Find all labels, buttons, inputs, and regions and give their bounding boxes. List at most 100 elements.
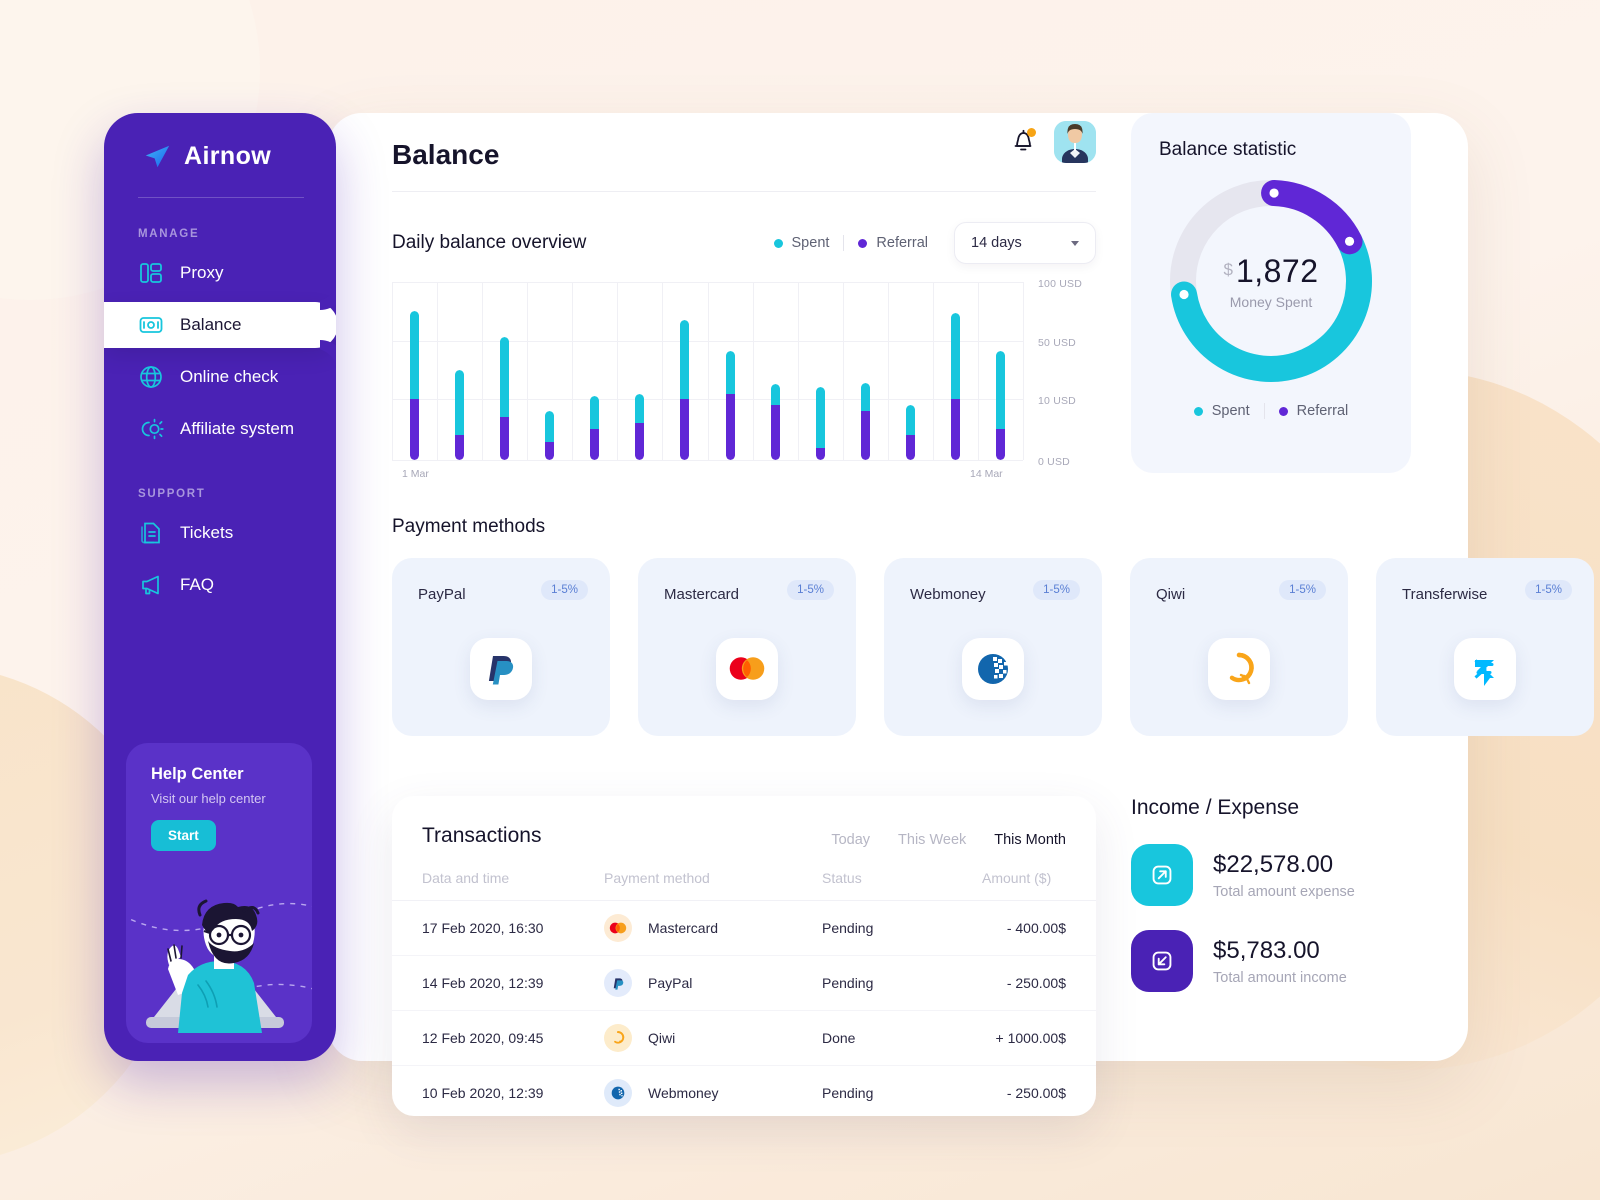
chart-bar[interactable] xyxy=(500,337,509,460)
chart-bar[interactable] xyxy=(996,350,1005,460)
page-header: Balance xyxy=(392,113,1096,171)
chart-plot-area xyxy=(392,282,1024,461)
sidebar-divider xyxy=(138,197,304,198)
sidebar-item-balance[interactable]: Balance xyxy=(104,302,336,348)
chart-gridline-horizontal xyxy=(392,399,1023,400)
sidebar-item-label: FAQ xyxy=(180,575,215,594)
cell-method: PayPal xyxy=(604,955,822,1011)
sidebar-item-tickets[interactable]: Tickets xyxy=(104,510,336,556)
payment-method-card[interactable]: Mastercard 1-5% xyxy=(638,558,856,736)
chart-bar[interactable] xyxy=(590,395,599,460)
chart-bar[interactable] xyxy=(726,350,735,460)
chart-gridline-vertical xyxy=(617,282,618,460)
sidebar-item-label: Tickets xyxy=(180,523,234,542)
table-row[interactable]: 17 Feb 2020, 16:30 Mastercard Pending - 400… xyxy=(392,900,1096,956)
payment-method-name: Mastercard xyxy=(664,586,740,603)
payment-method-card[interactable]: PayPal 1-5% xyxy=(392,558,610,736)
chart-bar[interactable] xyxy=(410,311,419,460)
chevron-down-icon xyxy=(1071,240,1079,246)
cell-status: Done xyxy=(822,1010,982,1066)
chart-bar-segment-spent xyxy=(680,319,689,399)
webmoney-logo-icon xyxy=(978,654,1008,684)
help-center-start-button[interactable]: Start xyxy=(151,820,216,851)
help-center-title: Help Center xyxy=(151,765,244,783)
chart-bar-segment-referral xyxy=(906,435,915,460)
document-list-icon xyxy=(141,522,160,544)
layout-panels-icon xyxy=(140,263,162,283)
table-row[interactable]: 12 Feb 2020, 09:45 Qiwi Done + 1000.00$ xyxy=(392,1010,1096,1066)
cell-status: Pending xyxy=(822,900,982,956)
arrow-out-box-icon xyxy=(1152,865,1172,885)
transactions-card: Transactions Today This Week This Month … xyxy=(392,796,1096,1116)
expense-row: $22,578.00 Total amount expense xyxy=(1131,844,1431,906)
income-row: $5,783.00 Total amount income xyxy=(1131,930,1431,992)
chart-gridline-horizontal xyxy=(392,341,1023,342)
method-name: Mastercard xyxy=(648,920,719,936)
donut-caption: Money Spent xyxy=(1229,293,1313,310)
chart-gridline-vertical xyxy=(662,282,663,460)
sidebar-item-label: Proxy xyxy=(180,263,224,282)
tab-this-month[interactable]: This Month xyxy=(994,832,1066,848)
payment-methods-title: Payment methods xyxy=(392,516,546,537)
sidebar-item-proxy[interactable]: Proxy xyxy=(104,250,336,296)
chart-bar-segment-referral xyxy=(455,435,464,460)
payment-method-logo-tile xyxy=(1208,638,1270,700)
avatar[interactable] xyxy=(1054,121,1096,163)
chart-bar[interactable] xyxy=(680,319,689,460)
chart-bar[interactable] xyxy=(635,394,644,460)
cell-method: Mastercard xyxy=(604,900,822,956)
help-center-card[interactable]: Help Center Visit our help center Start xyxy=(126,743,312,1043)
payment-method-card[interactable]: Qiwi 1-5% xyxy=(1130,558,1348,736)
range-dropdown[interactable]: 14 days xyxy=(954,222,1096,264)
legend-item-spent: Spent xyxy=(773,235,830,251)
payment-method-name: Webmoney xyxy=(910,586,986,603)
chart-bar-segment-spent xyxy=(590,395,599,430)
help-center-subtitle: Visit our help center xyxy=(151,791,266,806)
range-dropdown-value: 14 days xyxy=(971,235,1022,251)
payment-method-rate-badge: 1-5% xyxy=(1279,580,1326,600)
megaphone-icon xyxy=(142,575,159,595)
sidebar-item-online-check[interactable]: Online check xyxy=(104,354,336,400)
help-center-illustration xyxy=(126,899,312,1033)
sidebar-item-faq[interactable]: FAQ xyxy=(104,562,336,608)
cell-status: Pending xyxy=(822,1085,874,1101)
chart-bar[interactable] xyxy=(455,369,464,460)
stat-legend-item-referral: Referral xyxy=(1278,403,1348,419)
chart-bar[interactable] xyxy=(951,312,960,460)
legend-label-spent: Spent xyxy=(791,235,830,251)
expense-icon-tile xyxy=(1131,844,1193,906)
chart-bar[interactable] xyxy=(771,384,780,460)
payment-method-card[interactable]: Transferwise 1-5% xyxy=(1376,558,1594,736)
sidebar-section-manage: MANAGE xyxy=(138,228,200,240)
column-header-amount: Amount ($) xyxy=(982,862,1096,901)
notifications-button[interactable] xyxy=(1010,128,1036,156)
table-row[interactable]: 10 Feb 2020, 12:39 Webmoney Pending - 250.0… xyxy=(392,1066,1096,1121)
page-title: Balance xyxy=(392,139,500,170)
income-text: $5,783.00 Total amount income xyxy=(1213,937,1347,986)
tab-this-week[interactable]: This Week xyxy=(898,832,966,848)
payment-method-card[interactable]: Webmoney 1-5% xyxy=(884,558,1102,736)
chart-bar[interactable] xyxy=(861,382,870,460)
overview-header: Daily balance overview Spent Referral 14… xyxy=(392,222,1096,264)
chart-bar-segment-referral xyxy=(816,447,825,460)
chart-y-tick-label: 100 USD xyxy=(1038,278,1083,290)
cell-amount: + 1000.00$ xyxy=(982,1010,1096,1066)
sidebar-item-label: Affiliate system xyxy=(180,419,295,438)
column-header-datetime: Data and time xyxy=(392,862,604,901)
tab-today[interactable]: Today xyxy=(831,832,870,848)
notification-badge-dot xyxy=(1027,128,1036,137)
column-header-method: Payment method xyxy=(604,862,822,901)
sidebar-item-label: Online check xyxy=(180,367,279,386)
globe-icon xyxy=(140,366,162,388)
chart-bar-segment-spent xyxy=(545,410,554,442)
chart-bar-segment-spent xyxy=(455,369,464,436)
table-row[interactable]: 14 Feb 2020, 12:39 PayPal Pending - 250.00$ xyxy=(392,955,1096,1011)
payment-method-logo-tile xyxy=(1454,638,1516,700)
payment-methods-list: PayPal 1-5% Mastercard 1-5% Webmoney 1-5% Q… xyxy=(392,558,1594,736)
chart-bar[interactable] xyxy=(545,410,554,460)
chart-bar[interactable] xyxy=(816,387,825,460)
sidebar-item-affiliate-system[interactable]: Affiliate system xyxy=(104,406,336,452)
chart-bar[interactable] xyxy=(906,404,915,460)
legend-dot-referral xyxy=(858,238,868,248)
cell-method: Qiwi xyxy=(604,1010,822,1066)
